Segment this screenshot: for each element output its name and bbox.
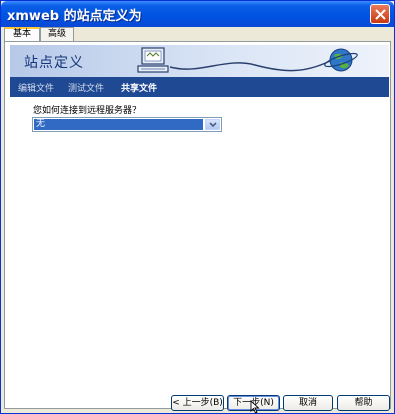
wizard-steps-bar: 编辑文件 测试文件 共享文件 [10, 77, 389, 97]
dropdown-arrow-icon [209, 122, 217, 128]
back-button[interactable]: < 上一步(B) [171, 395, 224, 411]
close-icon [375, 9, 386, 20]
tab-basic[interactable]: 基本 [4, 27, 40, 42]
help-button[interactable]: 帮助 [337, 395, 390, 411]
banner-title: 站点定义 [24, 55, 84, 71]
tab-panel: 站点定义 编辑文件 测试文件 共享文件 您如何连接到远程服务器？ 无 [4, 41, 391, 409]
cancel-button[interactable]: 取消 [283, 395, 333, 411]
step-edit-files: 编辑文件 [18, 84, 55, 94]
banner-illustration [137, 47, 358, 73]
dialog-window: xmweb 的站点定义为 基本 高级 站点定义 编辑文件 测试文件 共享文件 您… [0, 0, 395, 414]
step-share-files: 共享文件 [121, 84, 158, 94]
connection-question: 您如何连接到远程服务器？ [33, 106, 142, 116]
tab-advanced[interactable]: 高级 [40, 27, 74, 41]
wizard-banner: 站点定义 [10, 45, 389, 77]
dropdown-button[interactable] [205, 119, 220, 130]
mouse-cursor-icon [250, 400, 260, 414]
connection-select[interactable]: 无 [32, 117, 222, 132]
connection-select-value: 无 [34, 119, 203, 130]
window-title: xmweb 的站点定义为 [7, 9, 142, 24]
globe-icon [324, 48, 358, 72]
close-button[interactable] [370, 4, 390, 24]
step-test-files: 测试文件 [68, 84, 105, 94]
title-bar[interactable]: xmweb 的站点定义为 [1, 1, 394, 27]
computer-icon [137, 47, 169, 73]
